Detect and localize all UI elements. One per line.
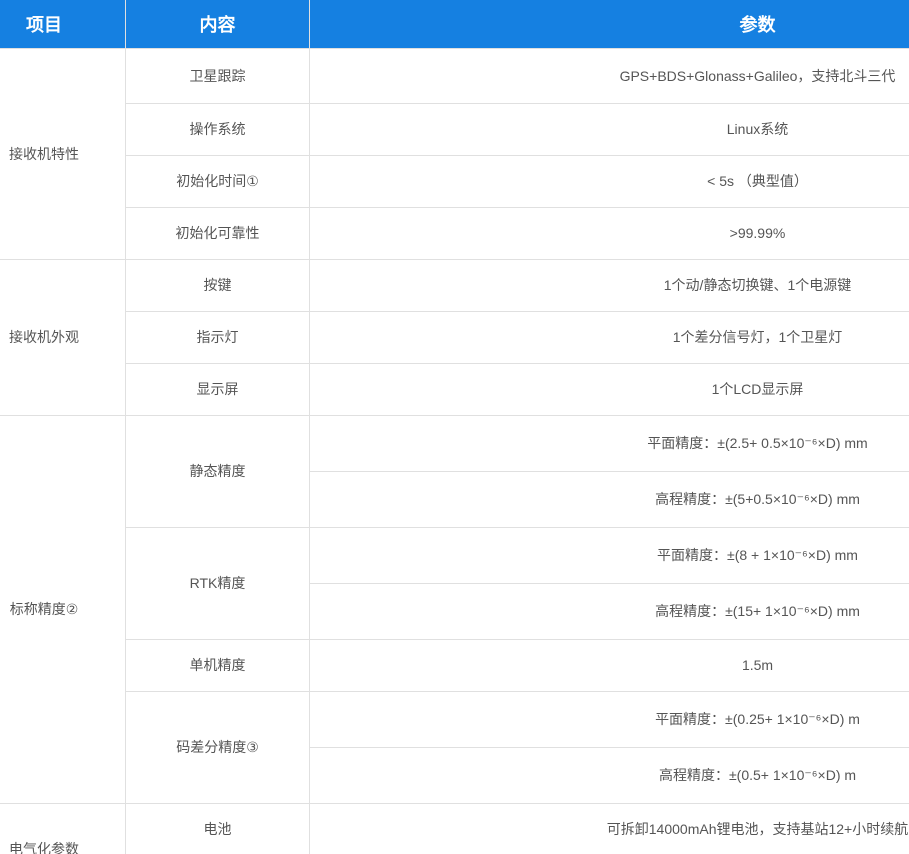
table-row: 码差分精度③ 平面精度：±(0.25+ 1×10⁻⁶×D) m: [0, 691, 909, 747]
content-cell: 电池: [126, 803, 310, 854]
param-cell: >99.99%: [310, 207, 909, 259]
content-cell: 卫星跟踪: [126, 48, 310, 103]
table-row: 指示灯 1个差分信号灯，1个卫星灯: [0, 311, 909, 363]
group-label-receiver-features: 接收机特性: [0, 48, 126, 259]
content-cell: 初始化时间①: [126, 155, 310, 207]
param-cell: 1个LCD显示屏: [310, 363, 909, 415]
table-row: RTK精度 平面精度：±(8 + 1×10⁻⁶×D) mm: [0, 527, 909, 583]
header-content: 内容: [126, 0, 310, 48]
table-row: 初始化时间① < 5s （典型值）: [0, 155, 909, 207]
group-label-receiver-appearance: 接收机外观: [0, 259, 126, 415]
table-row: 初始化可靠性 >99.99%: [0, 207, 909, 259]
content-cell: 静态精度: [126, 415, 310, 527]
header-item: 项目: [0, 0, 126, 48]
param-cell: 高程精度：±(5+0.5×10⁻⁶×D) mm: [310, 471, 909, 527]
content-cell: 按键: [126, 259, 310, 311]
param-cell: 平面精度：±(2.5+ 0.5×10⁻⁶×D) mm: [310, 415, 909, 471]
table-row: 单机精度 1.5m: [0, 639, 909, 691]
group-label-nominal-accuracy: 标称精度②: [0, 415, 126, 803]
param-cell: 高程精度：±(0.5+ 1×10⁻⁶×D) m: [310, 747, 909, 803]
param-cell: 平面精度：±(8 + 1×10⁻⁶×D) mm: [310, 527, 909, 583]
param-cell: GPS+BDS+Glonass+Galileo，支持北斗三代: [310, 48, 909, 103]
table-row: 显示屏 1个LCD显示屏: [0, 363, 909, 415]
content-cell: RTK精度: [126, 527, 310, 639]
content-cell: 指示灯: [126, 311, 310, 363]
table-row: 接收机特性 卫星跟踪 GPS+BDS+Glonass+Galileo，支持北斗三…: [0, 48, 909, 103]
content-cell: 单机精度: [126, 639, 310, 691]
param-cell: 1个动/静态切换键、1个电源键: [310, 259, 909, 311]
param-cell: < 5s （典型值）: [310, 155, 909, 207]
content-cell: 显示屏: [126, 363, 310, 415]
param-cell: 1个差分信号灯，1个卫星灯: [310, 311, 909, 363]
table-row: 接收机外观 按键 1个动/静态切换键、1个电源键: [0, 259, 909, 311]
header-row: 项目 内容 参数: [0, 0, 909, 48]
table-row: 操作系统 Linux系统: [0, 103, 909, 155]
table-row: 标称精度② 静态精度 平面精度：±(2.5+ 0.5×10⁻⁶×D) mm: [0, 415, 909, 471]
spec-table: 项目 内容 参数 接收机特性 卫星跟踪 GPS+BDS+Glonass+Gali…: [0, 0, 909, 854]
group-label-electrical-params: 电气化参数: [0, 803, 126, 854]
content-cell: 码差分精度③: [126, 691, 310, 803]
param-cell: Linux系统: [310, 103, 909, 155]
content-cell: 初始化可靠性: [126, 207, 310, 259]
table-row: 电气化参数 电池 可拆卸14000mAh锂电池，支持基站12+小时续航: [0, 803, 909, 854]
spec-table-viewport: 项目 内容 参数 接收机特性 卫星跟踪 GPS+BDS+Glonass+Gali…: [0, 0, 909, 854]
param-cell: 平面精度：±(0.25+ 1×10⁻⁶×D) m: [310, 691, 909, 747]
content-cell: 操作系统: [126, 103, 310, 155]
param-cell: 可拆卸14000mAh锂电池，支持基站12+小时续航: [310, 803, 909, 854]
param-cell: 高程精度：±(15+ 1×10⁻⁶×D) mm: [310, 583, 909, 639]
param-cell: 1.5m: [310, 639, 909, 691]
header-param: 参数: [310, 0, 909, 48]
